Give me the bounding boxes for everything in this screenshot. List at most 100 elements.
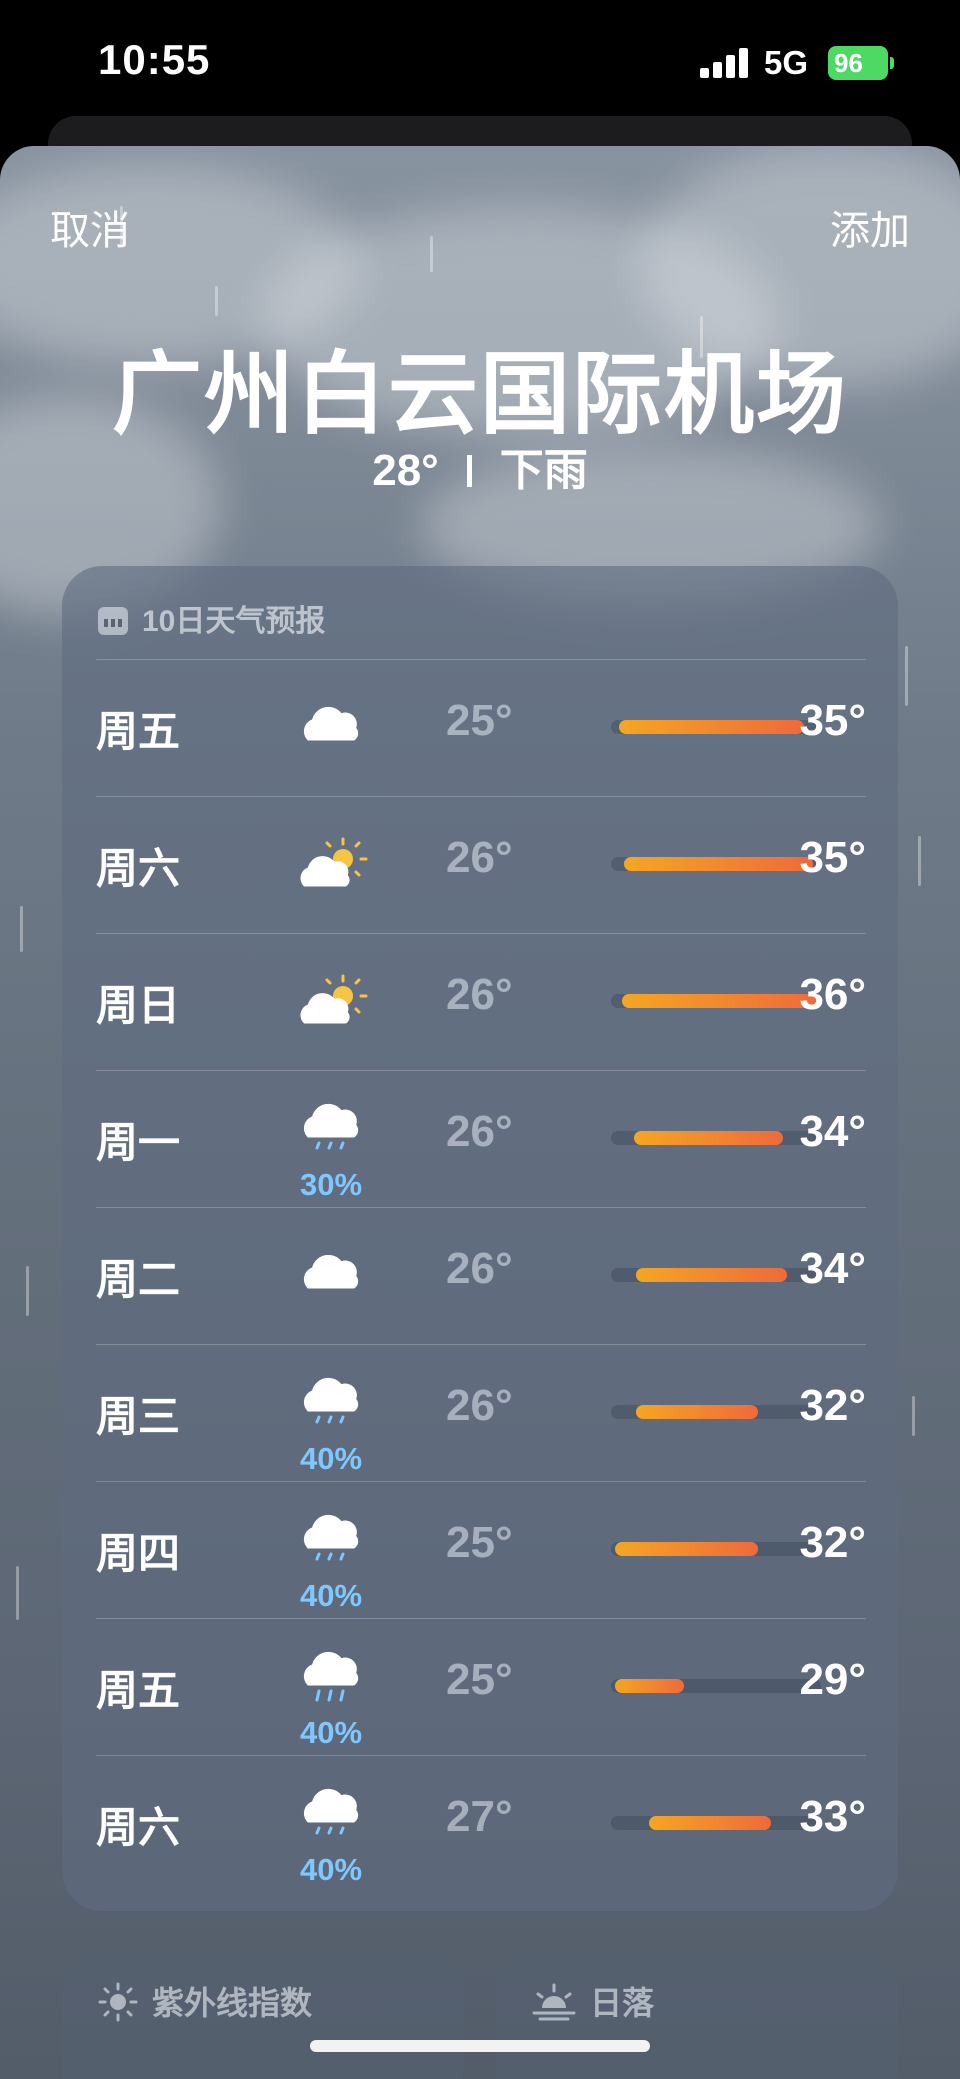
precip-chance: 40% (299, 1715, 363, 1750)
current-conditions: 28° 下雨 (0, 434, 960, 498)
uv-index-title: 紫外线指数 (98, 1978, 312, 2024)
weather-icon-wrap: 40% (281, 1365, 381, 1476)
partly-sunny-icon (300, 974, 368, 1024)
forecast-row[interactable]: 周二 26° 34° (96, 1208, 866, 1345)
precip-chance: 40% (299, 1578, 363, 1613)
high-temp: 34° (799, 1244, 866, 1293)
forecast-row[interactable]: 周五 25° 35° (96, 660, 866, 797)
weather-icon-wrap: 40% (281, 1776, 381, 1887)
location-preview-sheet: 取消 添加 广州白云国际机场 28° 下雨 10日天气预报 周五 25° 35° 周六 2… (0, 146, 960, 2079)
forecast-row[interactable]: 周四 40% 25° 32° (96, 1482, 866, 1619)
weather-icon-wrap (281, 680, 381, 780)
forecast-row[interactable]: 周一 30% 26° 34° (96, 1071, 866, 1208)
separator (466, 455, 472, 487)
temp-range-fill (621, 994, 821, 1008)
temp-range-bar (611, 720, 821, 734)
rain-streak (16, 1566, 19, 1620)
cloud-drizzle-icon (303, 1514, 359, 1561)
current-condition: 下雨 (499, 446, 588, 495)
day-label: 周五 (96, 1667, 181, 1714)
temp-range-bar (611, 1679, 821, 1693)
high-temp: 35° (799, 833, 866, 882)
temp-range-fill (623, 857, 813, 871)
forecast-row[interactable]: 周六 26° 35° (96, 797, 866, 934)
day-label: 周一 (96, 1119, 181, 1166)
temp-range-bar (611, 1268, 821, 1282)
partly-sunny-icon (300, 837, 368, 887)
high-temp: 35° (799, 696, 866, 745)
add-button[interactable]: 添加 (830, 198, 910, 256)
sun-icon (98, 1982, 138, 2022)
sunset-card: 日落 (496, 1948, 898, 2079)
current-temperature: 28° (372, 446, 439, 495)
weather-icon-wrap (281, 817, 381, 917)
low-temp: 25° (446, 1655, 513, 1704)
cloud-drizzle-icon (303, 1788, 359, 1835)
temp-range-bar (611, 994, 821, 1008)
rain-streak (26, 1266, 29, 1316)
cellular-signal-icon (700, 48, 752, 78)
high-temp: 32° (799, 1518, 866, 1567)
high-temp: 29° (799, 1655, 866, 1704)
location-name: 广州白云国际机场 (112, 345, 848, 445)
temp-range-bar (611, 1405, 821, 1419)
cancel-button[interactable]: 取消 (50, 198, 130, 256)
cloud-rain-icon (303, 1651, 359, 1702)
low-temp: 26° (446, 833, 513, 882)
rain-streak (912, 1396, 915, 1436)
sunset-icon (532, 1983, 576, 2021)
cloud-icon (303, 1254, 359, 1289)
battery-level: 96 (834, 48, 863, 78)
temp-range-fill (636, 1268, 788, 1282)
sunset-title: 日落 (532, 1978, 654, 2024)
high-temp: 34° (799, 1107, 866, 1156)
forecast-row[interactable]: 周三 40% 26° 32° (96, 1345, 866, 1482)
weather-icon-wrap: 40% (281, 1502, 381, 1613)
day-label: 周四 (96, 1530, 181, 1577)
sunset-label: 日落 (590, 1985, 655, 2021)
temp-range-bar (611, 857, 821, 871)
status-time: 10:55 (98, 36, 211, 83)
day-label: 周三 (96, 1393, 181, 1440)
low-temp: 25° (446, 696, 513, 745)
low-temp: 26° (446, 1107, 513, 1156)
weather-icon-wrap: 40% (281, 1639, 381, 1750)
precip-chance: 40% (299, 1852, 363, 1887)
rain-streak (918, 836, 921, 886)
day-label: 周六 (96, 1804, 181, 1851)
forecast-row[interactable]: 周五 40% 25° 29° (96, 1619, 866, 1756)
rain-streak (20, 906, 23, 952)
status-bar: 10:55 5G 96 (0, 0, 960, 120)
day-label: 周六 (96, 845, 181, 892)
weather-icon-wrap (281, 1228, 381, 1328)
temp-range-bar (611, 1131, 821, 1145)
forecast-row[interactable]: 周六 40% 27° 33° (96, 1756, 866, 1893)
forecast-row[interactable]: 周日 26° 36° (96, 934, 866, 1071)
home-indicator[interactable] (310, 2040, 650, 2052)
temp-range-fill (634, 1131, 784, 1145)
low-temp: 26° (446, 970, 513, 1019)
day-label: 周日 (96, 982, 181, 1029)
cloud-drizzle-icon (303, 1377, 359, 1424)
day-label: 周五 (96, 708, 181, 755)
temp-range-fill (615, 1542, 758, 1556)
uv-index-card: 紫外线指数 (62, 1948, 464, 2079)
network-type: 5G (764, 44, 809, 81)
precip-chance: 30% (299, 1167, 363, 1202)
temp-range-fill (648, 1816, 771, 1830)
temp-range-fill (619, 720, 805, 734)
low-temp: 27° (446, 1792, 513, 1841)
temp-range-bar (611, 1816, 821, 1830)
rain-streak (430, 236, 433, 272)
low-temp: 25° (446, 1518, 513, 1567)
rain-streak (905, 646, 908, 706)
day-label: 周二 (96, 1256, 181, 1303)
ten-day-forecast-card: 10日天气预报 周五 25° 35° 周六 26° 35° 周日 26° 36° 周一 30% 26°… (62, 566, 898, 1911)
battery-icon: 96 (828, 46, 894, 80)
uv-index-label: 紫外线指数 (152, 1985, 313, 2021)
weather-icon-wrap: 30% (281, 1091, 381, 1202)
temp-range-fill (615, 1679, 685, 1693)
high-temp: 33° (799, 1792, 866, 1841)
cloud-icon (303, 706, 359, 741)
weather-icon-wrap (281, 954, 381, 1054)
